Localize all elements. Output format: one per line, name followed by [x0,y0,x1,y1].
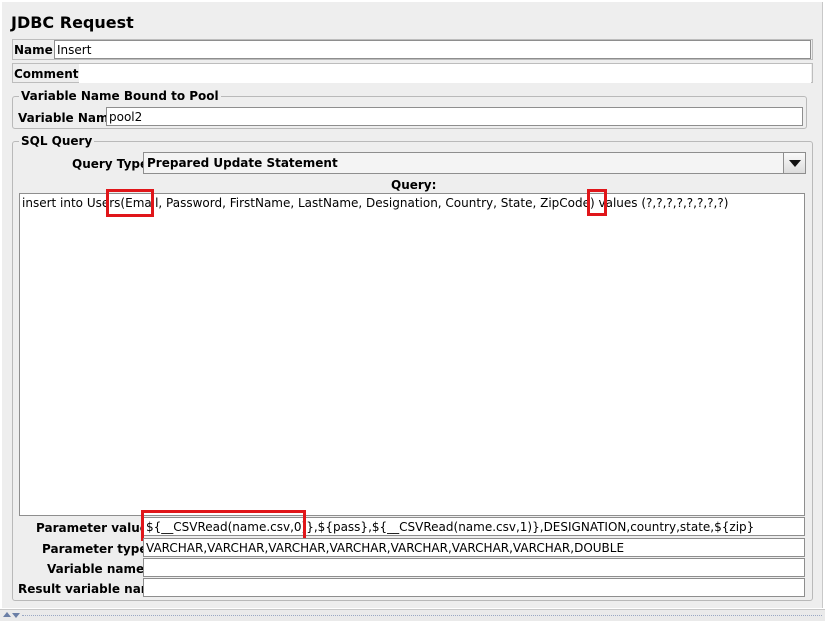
divider-line [22,615,822,616]
name-field[interactable]: Insert [54,40,811,59]
split-pane-divider[interactable] [0,609,825,621]
pool-group-legend: Variable Name Bound to Pool [21,89,219,103]
parameter-values-field[interactable]: ${__CSVRead(name.csv,0)},${pass},${__CSV… [143,517,805,536]
comments-row: Comments: [12,63,813,83]
parameter-values-label: Parameter values: [36,521,160,535]
jdbc-request-panel: JDBC Request Name: Insert Comments: Vari… [2,2,823,608]
variable-names-label: Variable names: [47,562,157,576]
sql-query-legend: SQL Query [21,134,93,148]
chevron-down-icon[interactable] [783,153,805,173]
variable-name-field[interactable]: pool2 [106,107,803,126]
page-title: JDBC Request [11,13,134,32]
query-type-value: Prepared Update Statement [147,156,338,170]
arrow-up-icon[interactable] [3,612,11,617]
query-textarea[interactable]: insert into Users(Email, Password, First… [19,193,805,516]
variable-names-field[interactable] [143,558,805,577]
parameter-types-field[interactable]: VARCHAR,VARCHAR,VARCHAR,VARCHAR,VARCHAR,… [143,538,805,557]
arrow-down-icon[interactable] [12,613,20,618]
query-type-label: Query Type: [72,157,153,171]
query-label: Query: [391,178,437,192]
name-label: Name: [14,43,58,57]
parameter-types-label: Parameter types: [42,542,160,556]
comments-field[interactable] [79,64,811,83]
query-type-select[interactable]: Prepared Update Statement [143,152,806,174]
result-variable-name-field[interactable] [143,578,805,597]
name-row: Name: Insert [12,39,813,60]
